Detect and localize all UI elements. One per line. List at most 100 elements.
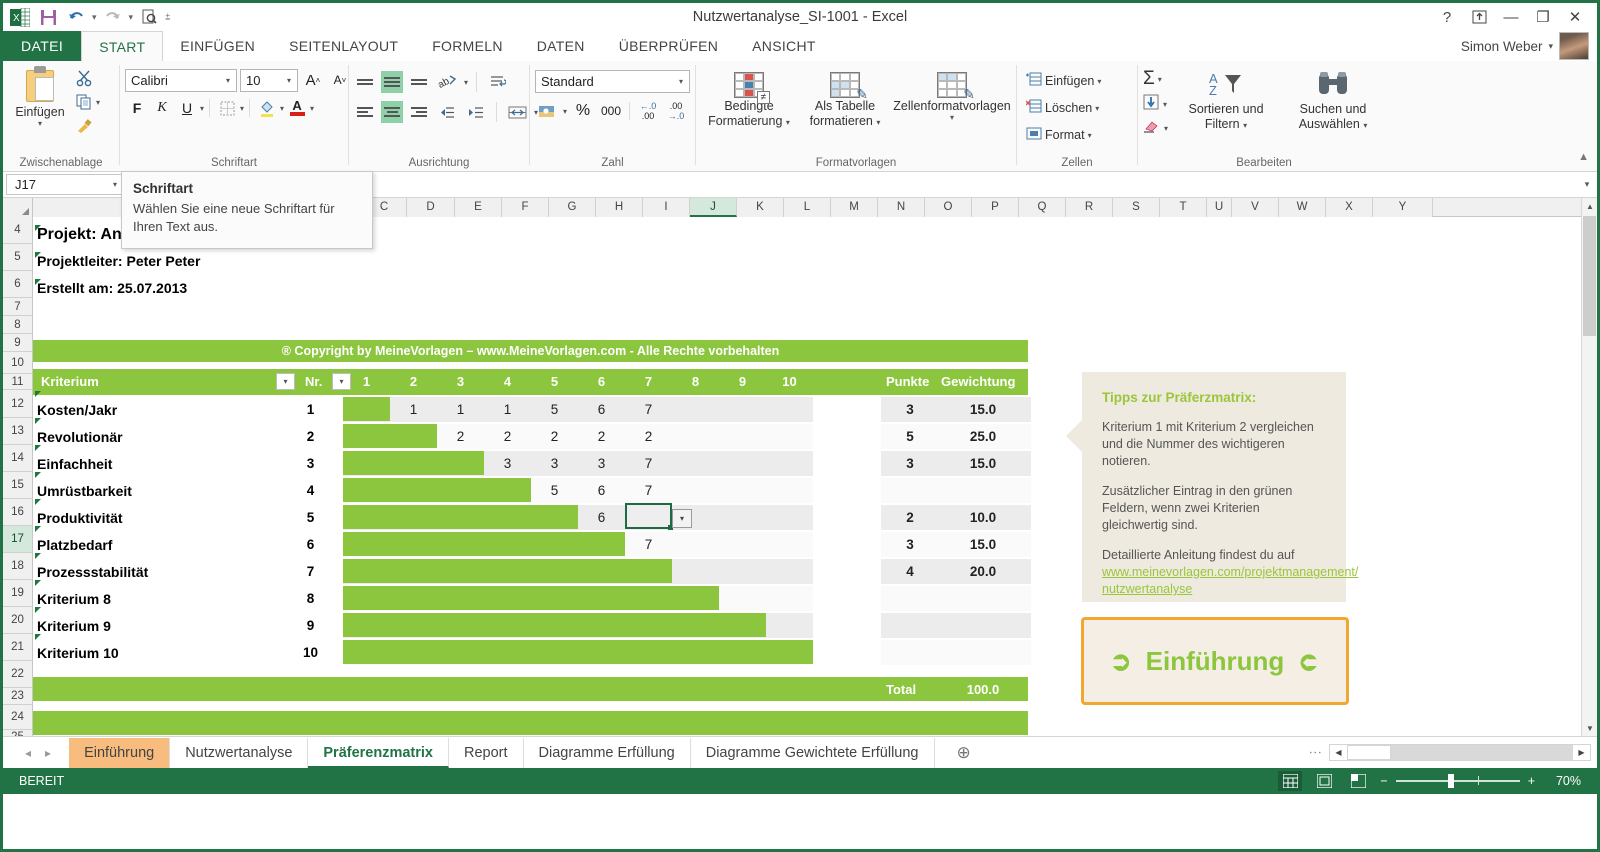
row-header-10[interactable]: 10 [3, 352, 32, 374]
column-header-e[interactable]: E [455, 198, 502, 217]
currency-caret-icon[interactable]: ▾ [563, 107, 567, 116]
column-header-v[interactable]: V [1232, 198, 1279, 217]
column-header-w[interactable]: W [1279, 198, 1326, 217]
row-header-23[interactable]: 23 [3, 688, 32, 705]
autosum-icon[interactable]: Σ [1143, 68, 1155, 90]
insert-cells-caret-icon[interactable]: ▾ [1097, 77, 1101, 86]
column-header-p[interactable]: P [972, 198, 1019, 217]
column-header-t[interactable]: T [1160, 198, 1207, 217]
selected-cell-j17[interactable] [625, 503, 673, 530]
align-top-icon[interactable] [354, 71, 376, 93]
zoom-slider-track[interactable] [1395, 774, 1520, 788]
fill-down-icon[interactable] [1143, 94, 1160, 115]
column-header-q[interactable]: Q [1019, 198, 1066, 217]
zoom-slider-thumb[interactable] [1447, 774, 1454, 788]
column-header-x[interactable]: X [1326, 198, 1373, 217]
matrix-cell-r4-c7[interactable]: 7 [625, 483, 672, 498]
column-header-n[interactable]: N [878, 198, 925, 217]
redo-caret-icon[interactable]: ▾ [128, 12, 135, 23]
row-header-18[interactable]: 18 [3, 553, 32, 580]
format-as-table-button[interactable]: ✎ Als Tabelle formatieren ▾ [799, 70, 891, 131]
collapse-ribbon-icon[interactable]: ▲ [1578, 151, 1589, 163]
row-header-15[interactable]: 15 [3, 472, 32, 499]
normal-view-icon[interactable] [1278, 771, 1303, 791]
name-box[interactable]: J17 ▾ [6, 174, 124, 195]
tab-einfuegen[interactable]: EINFÜGEN [163, 31, 272, 61]
row-header-24[interactable]: 24 [3, 705, 32, 730]
row-header-17[interactable]: 17 [3, 526, 32, 553]
number-format-caret-icon[interactable]: ▾ [673, 77, 689, 86]
increase-decimal-icon[interactable]: ←.0.00 [636, 99, 660, 123]
format-painter-icon[interactable] [74, 116, 94, 136]
introduction-button[interactable]: ➲ Einführung ➲ [1081, 617, 1349, 705]
cell-styles-button[interactable]: ✎ Zellenformatvorlagen ▾ [893, 70, 1011, 124]
help-icon[interactable]: ? [1431, 4, 1463, 30]
zoom-in-icon[interactable]: + [1528, 774, 1535, 788]
undo-icon[interactable] [63, 5, 89, 29]
hscroll-left-icon[interactable]: ◀ [1330, 745, 1347, 760]
sheet-tab-diagramme-erfuellung[interactable]: Diagramme Erfüllung [524, 737, 691, 768]
scroll-up-icon[interactable]: ▲ [1582, 198, 1597, 214]
sheet-next-icon[interactable]: ▸ [45, 746, 51, 760]
expand-formula-bar-icon[interactable]: ▾ [1577, 179, 1597, 190]
column-header-o[interactable]: O [925, 198, 972, 217]
percent-style-button[interactable]: % [571, 99, 595, 123]
row-header-4[interactable]: 4 [3, 217, 32, 244]
column-header-h[interactable]: H [596, 198, 643, 217]
row-header-14[interactable]: 14 [3, 445, 32, 472]
row-header-11[interactable]: 11 [3, 374, 32, 390]
matrix-cell-r3-c5[interactable]: 3 [531, 456, 578, 471]
format-cells-caret-icon[interactable]: ▾ [1088, 131, 1092, 140]
page-break-preview-icon[interactable] [1346, 771, 1370, 791]
matrix-cell-r1-c3[interactable]: 1 [437, 402, 484, 417]
borders-icon[interactable] [215, 96, 239, 120]
hscroll-track[interactable] [1347, 745, 1573, 760]
column-header-j[interactable]: J [690, 198, 737, 217]
orientation-caret-icon[interactable]: ▾ [464, 78, 468, 87]
row-header-16[interactable]: 16 [3, 499, 32, 526]
column-header-s[interactable]: S [1113, 198, 1160, 217]
row-header-8[interactable]: 8 [3, 316, 32, 334]
paste-button[interactable]: Einfügen ▾ [8, 64, 72, 130]
paste-caret-icon[interactable]: ▾ [38, 119, 42, 128]
customize-qat-icon[interactable]: ⩲ [164, 12, 171, 23]
horizontal-scroll-thumb[interactable] [1347, 745, 1391, 760]
borders-caret-icon[interactable]: ▾ [240, 104, 244, 113]
cell-styles-caret-icon[interactable]: ▾ [950, 113, 954, 122]
number-format-combo[interactable]: Standard ▾ [535, 70, 690, 93]
row-header-12[interactable]: 12 [3, 390, 32, 418]
sheet-tab-nutzwertanalyse[interactable]: Nutzwertanalyse [170, 737, 309, 768]
matrix-cell-r3-c7[interactable]: 7 [625, 456, 672, 471]
fill-caret-icon[interactable]: ▾ [1163, 100, 1167, 109]
column-header-u[interactable]: U [1207, 198, 1232, 217]
row-header-19[interactable]: 19 [3, 580, 32, 607]
tab-formeln[interactable]: FORMELN [415, 31, 520, 61]
matrix-cell-r4-c5[interactable]: 5 [531, 483, 578, 498]
row-header-20[interactable]: 20 [3, 607, 32, 634]
currency-icon[interactable] [535, 99, 559, 123]
font-name-combo[interactable]: Calibri ▾ [125, 68, 237, 92]
sheet-prev-icon[interactable]: ◂ [25, 746, 31, 760]
clear-icon[interactable] [1143, 119, 1161, 138]
increase-font-size-icon[interactable]: A ˄ [301, 68, 325, 92]
thousands-separator-button[interactable]: 000 [599, 99, 623, 123]
vertical-scroll-thumb[interactable] [1583, 216, 1596, 336]
matrix-cell-r1-c4[interactable]: 1 [484, 402, 531, 417]
tips-link-line1[interactable]: www.meinevorlagen.com/projektmanagement/ [1102, 564, 1358, 581]
row-header-7[interactable]: 7 [3, 298, 32, 316]
matrix-cell-r5-c6[interactable]: 6 [578, 510, 625, 525]
column-header-y[interactable]: Y [1373, 198, 1433, 217]
align-left-icon[interactable] [354, 101, 376, 123]
redo-icon[interactable] [100, 5, 126, 29]
page-layout-icon[interactable] [1312, 771, 1336, 791]
sheet-tab-diagramme-gewichtete-erfuellung[interactable]: Diagramme Gewichtete Erfüllung [691, 737, 935, 768]
font-size-caret-icon[interactable]: ▾ [281, 76, 297, 85]
font-size-combo[interactable]: 10 ▾ [240, 68, 298, 92]
decrease-indent-icon[interactable] [435, 100, 459, 124]
row-header-9[interactable]: 9 [3, 334, 32, 352]
fill-color-caret-icon[interactable]: ▾ [280, 104, 284, 113]
tab-daten[interactable]: DATEN [520, 31, 602, 61]
horizontal-scrollbar[interactable]: ◀ ▶ [1329, 744, 1591, 761]
wrap-text-icon[interactable] [485, 70, 509, 94]
matrix-cell-r3-c6[interactable]: 3 [578, 456, 625, 471]
